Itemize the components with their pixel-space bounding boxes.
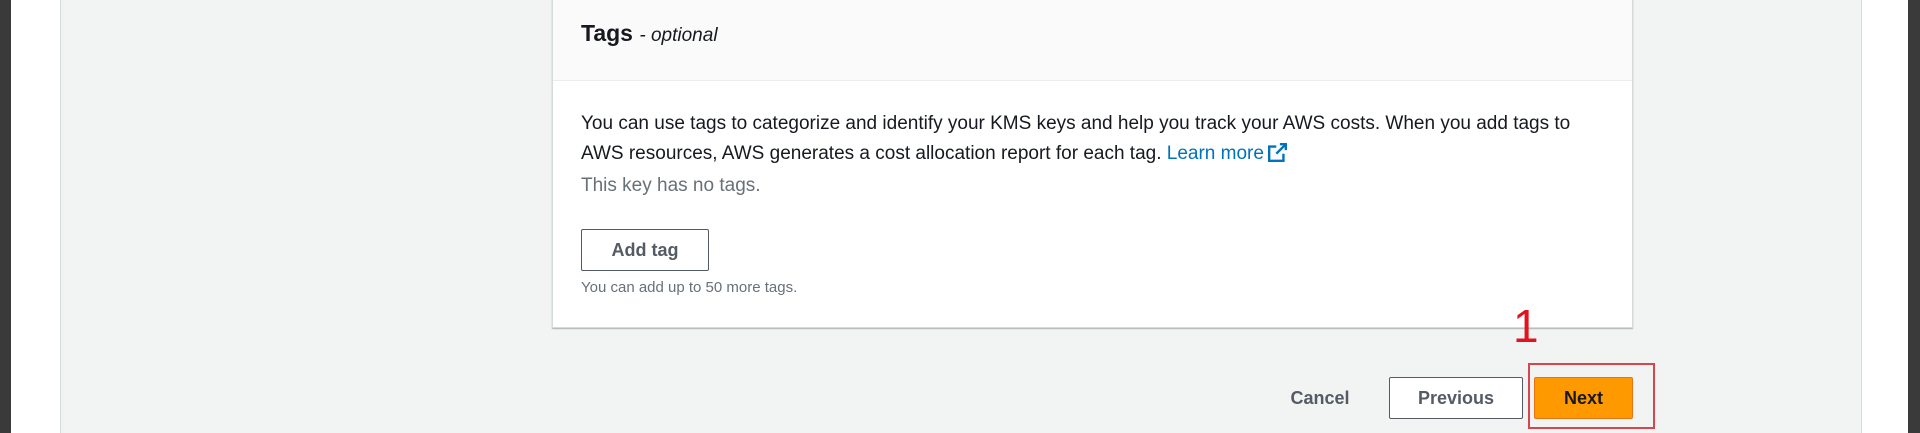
- tags-panel-header: Tags - optional: [553, 0, 1632, 81]
- window-frame-left: [0, 0, 11, 433]
- no-tags-message: This key has no tags.: [581, 175, 761, 196]
- annotation-highlight-box: [1528, 363, 1655, 429]
- add-tag-button[interactable]: Add tag: [581, 229, 709, 271]
- external-link-icon: [1267, 142, 1287, 172]
- previous-button[interactable]: Previous: [1389, 377, 1523, 419]
- tags-panel-title: Tags - optional: [581, 20, 718, 47]
- tags-panel: Tags - optional You can use tags to cate…: [552, 0, 1633, 328]
- page-margin-right: [1862, 0, 1908, 433]
- main-content: Tags - optional You can use tags to cate…: [60, 0, 1862, 433]
- tags-description-text: You can use tags to categorize and ident…: [581, 113, 1571, 164]
- tags-title-text: Tags: [581, 20, 633, 46]
- tags-description: You can use tags to categorize and ident…: [581, 109, 1611, 172]
- tags-limit-hint: You can add up to 50 more tags.: [581, 279, 798, 296]
- learn-more-label: Learn more: [1166, 143, 1264, 164]
- annotation-step-number: 1: [1513, 300, 1539, 352]
- window-frame-right: [1908, 0, 1920, 433]
- page-margin-left: [11, 0, 60, 433]
- learn-more-link[interactable]: Learn more: [1167, 143, 1287, 164]
- optional-label: - optional: [639, 25, 718, 46]
- cancel-button[interactable]: Cancel: [1261, 377, 1379, 419]
